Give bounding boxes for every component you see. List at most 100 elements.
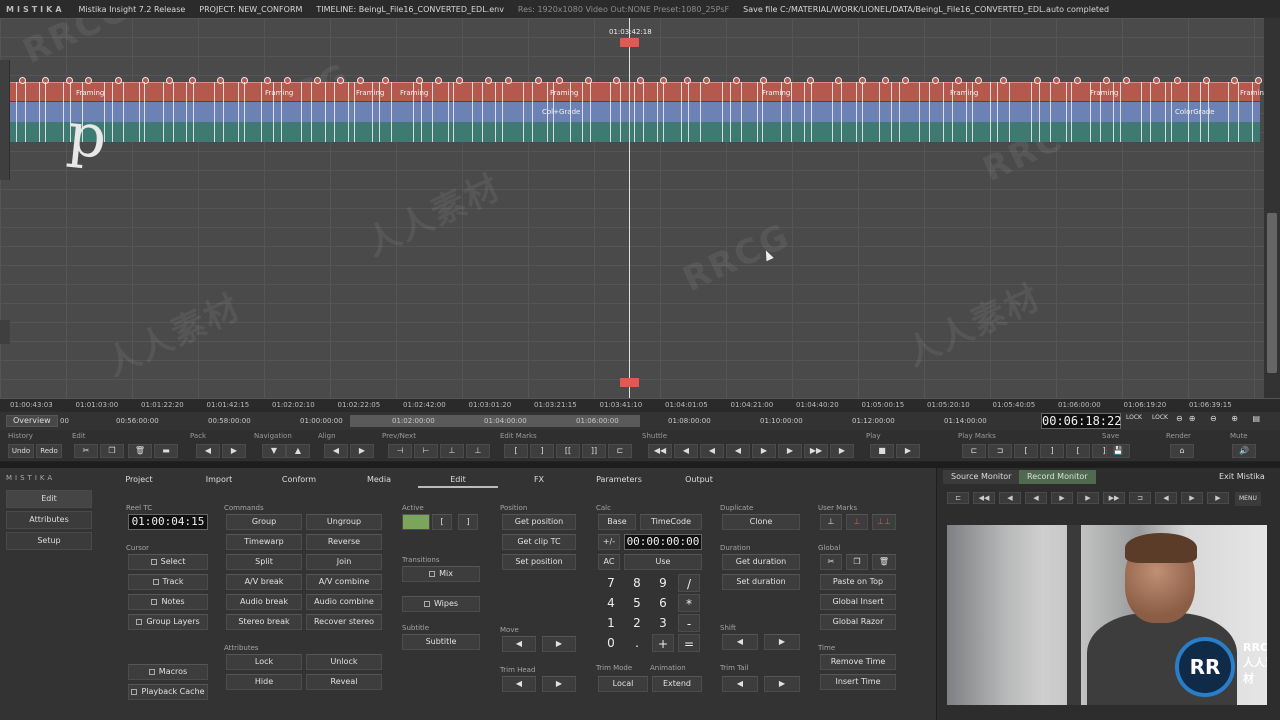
toolbar-icon-button[interactable]: ⊥	[440, 444, 464, 458]
clip-keyframe-icon[interactable]	[1053, 77, 1060, 84]
keypad-key[interactable]: 8	[626, 574, 648, 592]
clip-keyframe-icon[interactable]	[932, 77, 939, 84]
timeline-area[interactable]: RRCG RRCG 人人素材 RRCG 人人素材 人人素材 RRCG Frami…	[0, 18, 1264, 398]
toolbar-icon-button[interactable]: ▶	[896, 444, 920, 458]
toolbar-icon-button[interactable]: [	[1014, 444, 1038, 458]
transport-button[interactable]: ◀◀	[973, 492, 995, 504]
scissors-icon[interactable]: ✂	[820, 554, 842, 570]
clip-keyframe-icon[interactable]	[902, 77, 909, 84]
clip-keyframe-icon[interactable]	[85, 77, 92, 84]
command-button-timewarp[interactable]: Timewarp	[226, 534, 302, 550]
tab-parameters[interactable]: Parameters	[590, 472, 648, 488]
clip-keyframe-icon[interactable]	[1123, 77, 1130, 84]
tab-edit[interactable]: Edit	[418, 472, 498, 488]
command-button-stereo-break[interactable]: Stereo break	[226, 614, 302, 630]
reel-tc-field[interactable]: 01:00:04:15	[128, 514, 208, 530]
clip-keyframe-icon[interactable]	[955, 77, 962, 84]
clip-keyframe-icon[interactable]	[1103, 77, 1110, 84]
playhead-handle-bottom[interactable]	[620, 378, 639, 387]
mark-out-button[interactable]: ]	[458, 514, 478, 530]
track-header-strip[interactable]	[0, 320, 10, 344]
tab-fx[interactable]: FX	[510, 472, 568, 488]
toolbar-icon-button[interactable]: ▬	[154, 444, 178, 458]
keypad-key[interactable]: 7	[600, 574, 622, 592]
toolbar-icon-button[interactable]: ⊏	[962, 444, 986, 458]
transport-button[interactable]: ⊐	[1129, 492, 1151, 504]
toolbar-icon-button[interactable]: ⌂	[1170, 444, 1194, 458]
attribute-button-hide[interactable]: Hide	[226, 674, 302, 690]
toolbar-icon-button[interactable]: 💾	[1106, 444, 1130, 458]
command-button-reverse[interactable]: Reverse	[306, 534, 382, 550]
tab-record-monitor[interactable]: Record Monitor	[1019, 470, 1096, 484]
base-button[interactable]: Base	[598, 514, 636, 530]
overview-button[interactable]: Overview	[6, 415, 58, 427]
trim-head-right-button[interactable]: ▶	[542, 676, 576, 692]
keypad-key[interactable]: 3	[652, 614, 674, 632]
clip-keyframe-icon[interactable]	[456, 77, 463, 84]
calc-field[interactable]: 00:00:00:00	[624, 534, 702, 550]
trim-tail-right-button[interactable]: ▶	[764, 676, 800, 692]
clip-keyframe-icon[interactable]	[357, 77, 364, 84]
track-header-strip[interactable]	[0, 60, 10, 180]
toolbar-icon-button[interactable]: ❐	[100, 444, 124, 458]
keypad-key[interactable]: *	[678, 594, 700, 612]
transport-button[interactable]: ◀	[999, 492, 1021, 504]
toolbar-icon-button[interactable]: ⊐	[988, 444, 1012, 458]
clip-keyframe-icon[interactable]	[1174, 77, 1181, 84]
user-mark-red-button[interactable]: ⊥	[846, 514, 868, 530]
lock-icon[interactable]: LOCK	[1124, 414, 1144, 421]
toolbar-icon-button[interactable]: [	[504, 444, 528, 458]
toolbar-icon-button[interactable]: ]	[1040, 444, 1064, 458]
keypad-key[interactable]: 0	[600, 634, 622, 652]
keypad-key[interactable]: +	[652, 634, 674, 652]
toolbar-icon-button[interactable]: ⊣	[388, 444, 412, 458]
toolbar-icon-button[interactable]: ⊥	[466, 444, 490, 458]
clip-keyframe-icon[interactable]	[166, 77, 173, 84]
playback-cache-button[interactable]: Playback Cache	[128, 684, 208, 700]
clip-keyframe-icon[interactable]	[1231, 77, 1238, 84]
vertical-scrollbar[interactable]	[1264, 18, 1280, 398]
command-button-join[interactable]: Join	[306, 554, 382, 570]
clone-button[interactable]: Clone	[722, 514, 800, 530]
clip-keyframe-icon[interactable]	[337, 77, 344, 84]
command-button-a-v-combine[interactable]: A/V combine	[306, 574, 382, 590]
lock-icon[interactable]: LOCK	[1150, 414, 1170, 421]
toolbar-icon-button[interactable]: ◀	[674, 444, 698, 458]
use-button[interactable]: Use	[624, 554, 702, 570]
toolbar-icon-button[interactable]: ◀	[700, 444, 724, 458]
keypad-key[interactable]: /	[678, 574, 700, 592]
remove-time-button[interactable]: Remove Time	[820, 654, 896, 670]
keypad-key[interactable]: =	[678, 634, 700, 652]
command-button-group[interactable]: Group	[226, 514, 302, 530]
keypad-key[interactable]: -	[678, 614, 700, 632]
set-position-button[interactable]: Set position	[502, 554, 576, 570]
keypad-key[interactable]: 4	[600, 594, 622, 612]
zoom-icons[interactable]: ⊖⊕ ⊖ ⊕ ▤	[1176, 414, 1266, 423]
command-button-split[interactable]: Split	[226, 554, 302, 570]
toolbar-icon-button[interactable]: ◀	[196, 444, 220, 458]
toolbar-icon-button[interactable]: ]	[530, 444, 554, 458]
clip-keyframe-icon[interactable]	[485, 77, 492, 84]
attribute-button-lock[interactable]: Lock	[226, 654, 302, 670]
attribute-button-reveal[interactable]: Reveal	[306, 674, 382, 690]
sidenav-edit[interactable]: Edit	[6, 490, 92, 508]
toolbar-icon-button[interactable]: 🔊	[1232, 444, 1256, 458]
clip-keyframe-icon[interactable]	[1000, 77, 1007, 84]
tab-conform[interactable]: Conform	[270, 472, 328, 488]
sidenav-setup[interactable]: Setup	[6, 532, 92, 550]
global-razor-button[interactable]: Global Razor	[820, 614, 896, 630]
cursor-notes-button[interactable]: Notes	[128, 594, 208, 610]
shift-left-button[interactable]: ◀	[722, 634, 758, 650]
macros-button[interactable]: Macros	[128, 664, 208, 680]
trim-local-button[interactable]: Local	[598, 676, 648, 692]
insert-time-button[interactable]: Insert Time	[820, 674, 896, 690]
clip-keyframe-icon[interactable]	[535, 77, 542, 84]
toolbar-icon-button[interactable]: ▶	[350, 444, 374, 458]
command-button-audio-combine[interactable]: Audio combine	[306, 594, 382, 610]
clip-keyframe-icon[interactable]	[382, 77, 389, 84]
keypad-key[interactable]: .	[626, 634, 648, 652]
toolbar-icon-button[interactable]: ▶	[222, 444, 246, 458]
trim-extend-button[interactable]: Extend	[652, 676, 702, 692]
clip-keyframe-icon[interactable]	[1074, 77, 1081, 84]
playhead-handle[interactable]	[620, 38, 639, 47]
